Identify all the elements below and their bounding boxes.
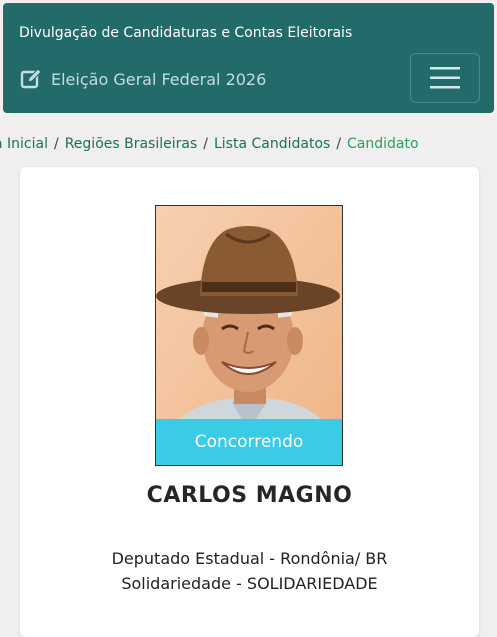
election-label: Eleição Geral Federal 2026	[51, 69, 267, 89]
breadcrumb-regions[interactable]: Regiões Brasileiras	[65, 136, 198, 152]
candidate-photo: Concorrendo	[155, 205, 343, 466]
edit-icon	[20, 68, 42, 89]
breadcrumb-home[interactable]: a Inicial	[0, 136, 48, 152]
breadcrumb-separator: /	[336, 136, 342, 152]
breadcrumb-separator: /	[203, 136, 208, 152]
candidate-office: Deputado Estadual - Rondônia/ BR	[111, 549, 388, 568]
breadcrumb-separator: /	[53, 136, 59, 152]
status-badge: Concorrendo	[156, 419, 342, 465]
election-selector[interactable]: Eleição Geral Federal 2026	[19, 65, 266, 93]
breadcrumb: a Inicial / Regiões Brasileiras / Lista Cand…	[0, 136, 419, 152]
site-title: Divulgação de Candidaturas e Contas Elei…	[19, 25, 353, 41]
breadcrumb-candidate-list[interactable]: Lista Candidatos	[214, 136, 330, 152]
site-header: Divulgação de Candidaturas e Contas Elei…	[3, 3, 494, 113]
menu-toggle-button[interactable]	[410, 53, 480, 103]
candidate-party: Solidariedade - SOLIDARIEDADE	[121, 574, 378, 593]
candidate-name: CARLOS MAGNO	[146, 483, 353, 508]
candidate-card: Concorrendo CARLOS MAGNO Deputado Estadu…	[20, 167, 479, 637]
hamburger-menu-icon	[430, 67, 460, 89]
breadcrumb-current: Candidato	[347, 136, 419, 152]
